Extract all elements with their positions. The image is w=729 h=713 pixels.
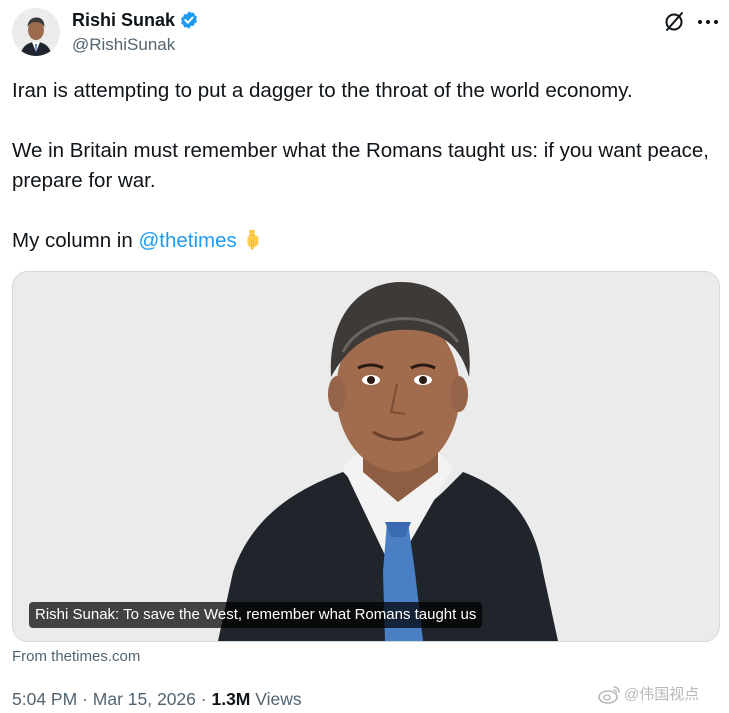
grok-icon[interactable] [662,10,686,34]
verified-badge-icon [181,11,197,29]
weibo-logo-icon [598,685,620,704]
tweet: Rishi Sunak @RishiSunak Iran is attempti… [0,0,729,713]
card-source[interactable]: From thetimes.com [12,648,140,665]
backhand-index-pointing-down-icon [247,229,259,250]
mention-link[interactable]: @thetimes [138,229,236,252]
meta-separator-2: · [200,689,207,709]
link-card[interactable]: Rishi Sunak: To save the West, remember … [12,271,720,642]
tweet-meta: 5:04 PM · Mar 15, 2026 · 1.3M Views [12,689,302,710]
avatar[interactable] [12,8,60,56]
views-count: 1.3M [211,689,251,709]
tweet-paragraph-3: My column in @thetimes [12,226,263,256]
watermark-text: @伟国视点 [624,686,700,703]
card-title[interactable]: Rishi Sunak: To save the West, remember … [29,602,483,628]
author-handle[interactable]: @RishiSunak [72,35,175,55]
tweet-date[interactable]: Mar 15, 2026 [93,689,196,709]
more-icon[interactable] [695,10,721,34]
tweet-paragraph-2: We in Britain must remember what the Rom… [12,139,709,192]
views-label: Views [255,689,302,709]
tweet-paragraph-1: Iran is attempting to put a dagger to th… [12,79,633,102]
meta-separator: · [82,689,88,709]
author-name-row[interactable]: Rishi Sunak [72,9,199,31]
tweet-time[interactable]: 5:04 PM [12,689,77,709]
author-display-name[interactable]: Rishi Sunak [72,9,175,31]
card-image [13,272,719,641]
tweet-paragraph-3-text: My column in [12,229,139,252]
watermark: @伟国视点 [598,683,699,704]
